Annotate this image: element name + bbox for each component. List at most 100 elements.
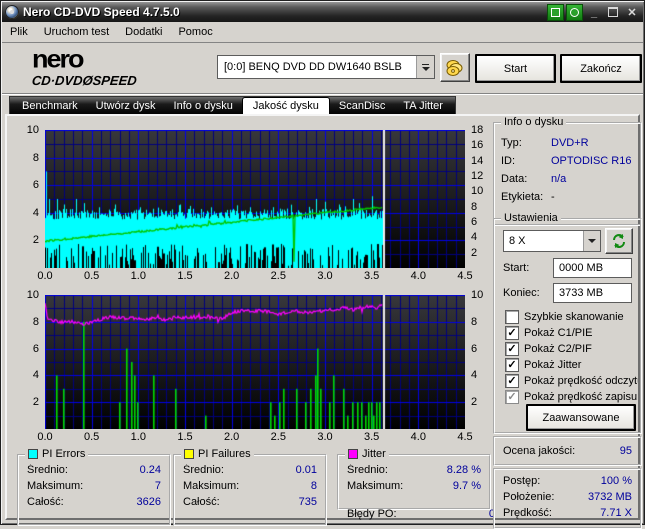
disc-type-value: DVD+R <box>551 137 589 149</box>
jitter-group-title: Jitter <box>362 448 386 460</box>
settings-group: Ustawienia 8 X Start: 0000 MB Koniec: 37… <box>493 212 642 434</box>
stat-value: 3626 <box>136 496 161 508</box>
tab-ta-jitter[interactable]: TA Jitter <box>394 98 452 115</box>
minimize-button[interactable]: _ <box>586 5 602 19</box>
pi-errors-stats-group: PI Errors Średnio: 0.24 Maksimum: 7 Całość… <box>17 448 171 526</box>
tab-info-o-dysku[interactable]: Info o dysku <box>165 98 242 115</box>
stat-label: Średnio: <box>347 464 388 476</box>
green-app-icon[interactable] <box>566 3 583 21</box>
menu-dodatki[interactable]: Dodatki <box>117 24 170 40</box>
progress-value: 100 % <box>600 475 632 487</box>
quality-score-panel: Ocena jakości: 95 <box>493 436 642 466</box>
checkbox-pokaz-predkosc-odczytu[interactable]: ✓ Pokaż prędkość odczytu <box>505 374 638 388</box>
axis-tick-label: 1.0 <box>130 270 146 282</box>
chart1-right-axis: 18 16 14 12 10 8 6 4 2 <box>469 125 491 268</box>
cdvdspeed-logo-word: CD·DVDØSPEED <box>31 73 137 88</box>
pi-errors-plot <box>45 130 465 268</box>
chart2-left-axis: 10 8 6 4 2 <box>15 290 43 429</box>
axis-tick-label: 6 <box>471 342 478 355</box>
stat-label: Maksimum: <box>183 480 240 492</box>
axis-tick-label: 0.5 <box>84 431 100 443</box>
position-value: 3732 MB <box>587 491 632 503</box>
axis-tick-label: 2 <box>471 246 478 259</box>
axis-tick-label: 14 <box>471 154 484 167</box>
menu-uruchom-test[interactable]: Uruchom test <box>36 24 117 40</box>
drive-select-arrow-icon[interactable] <box>416 56 434 78</box>
axis-tick-label: 2.5 <box>270 270 286 282</box>
start-mb-label: Start: <box>503 262 530 274</box>
disc-info-button[interactable] <box>440 53 470 82</box>
menu-plik[interactable]: Plik <box>2 24 36 40</box>
disc-id-label: ID: <box>501 155 516 167</box>
stat-label: Całość: <box>27 496 64 508</box>
checkbox-icon[interactable]: ✓ <box>505 310 519 324</box>
refresh-button[interactable] <box>605 228 633 254</box>
pi-errors-legend-swatch <box>28 449 38 459</box>
axis-tick-label: 8 <box>32 151 39 164</box>
tab-utworz-dysk[interactable]: Utwórz dysk <box>87 98 165 115</box>
speed-select[interactable]: 8 X <box>503 230 601 252</box>
disc-info-group: Info o dysku Typ: DVD+R ID: OPTODISC R16 D… <box>493 116 642 226</box>
axis-tick-label: 4 <box>32 206 39 219</box>
axis-tick-label: 6 <box>32 342 39 355</box>
end-mb-field[interactable]: 3733 MB <box>553 283 632 303</box>
checkbox-pokaz-c1-pie[interactable]: ✓ Pokaż C1/PIE <box>505 326 638 340</box>
toolbar: nero CD·DVDØSPEED [0:0] BENQ DVD DD DW16… <box>2 43 643 94</box>
jitter-stats-group: Jitter Średnio: 8.28 % Maksimum: 9.7 % <box>337 448 491 510</box>
checkbox-icon[interactable]: ✓ <box>505 374 519 388</box>
menu-pomoc[interactable]: Pomoc <box>170 24 220 40</box>
axis-tick-label: 1.5 <box>177 270 193 282</box>
tab-benchmark[interactable]: Benchmark <box>13 98 87 115</box>
stat-value: 9.7 % <box>452 480 481 492</box>
axis-tick-label: 2.5 <box>270 431 286 443</box>
disc-label-label: Etykieta: <box>501 191 544 203</box>
speed-select-value: 8 X <box>509 235 526 247</box>
disc-label-value: - <box>551 191 555 203</box>
stat-label: Średnio: <box>27 464 68 476</box>
axis-tick-label: 2.0 <box>224 431 240 443</box>
stat-label: Całość: <box>183 496 220 508</box>
axis-tick-label: 4.5 <box>457 270 473 282</box>
progress-panel: Postęp: 100 % Położenie: 3732 MB Prędkość:… <box>493 468 642 529</box>
app-cd-icon <box>5 5 19 19</box>
chart2-right-axis: 10 8 6 4 2 <box>469 290 491 429</box>
drive-select-value: [0:0] BENQ DVD DD DW1640 BSLB <box>224 61 402 73</box>
start-button[interactable]: Start <box>475 54 556 83</box>
checkbox-pokaz-predkosc-zapisu: ✓ Pokaż prędkość zapisu <box>505 390 638 404</box>
checkbox-pokaz-jitter[interactable]: ✓ Pokaż Jitter <box>505 358 638 372</box>
chart2-x-axis: 0.0 0.5 1.0 1.5 2.0 2.5 3.0 3.5 4.0 4.5 <box>37 431 472 444</box>
stat-value: 8 <box>310 480 317 492</box>
speed-value: 7.71 X <box>600 507 632 519</box>
jitter-legend-swatch <box>348 449 358 459</box>
axis-tick-label: 12 <box>471 170 484 182</box>
quality-score-value: 95 <box>619 445 632 457</box>
checkbox-pokaz-c2-pif[interactable]: ✓ Pokaż C2/PIF <box>505 342 638 356</box>
green-app-icon[interactable] <box>547 3 564 21</box>
pi-errors-group-title: PI Errors <box>42 448 86 460</box>
stat-label: Maksimum: <box>347 480 404 492</box>
quit-button[interactable]: Zakończ <box>560 54 642 83</box>
tab-scandisc[interactable]: ScanDisc <box>330 98 394 115</box>
window-title: Nero CD-DVD Speed 4.7.5.0 <box>23 5 180 19</box>
checkbox-icon[interactable]: ✓ <box>505 358 519 372</box>
advanced-button[interactable]: Zaawansowane <box>526 404 636 431</box>
axis-tick-label: 10 <box>471 185 484 198</box>
maximize-button[interactable] <box>605 5 621 19</box>
axis-tick-label: 3.5 <box>364 270 380 282</box>
title-bar: Nero CD-DVD Speed 4.7.5.0 _ ✕ <box>2 2 643 22</box>
checkbox-icon[interactable]: ✓ <box>505 342 519 356</box>
refresh-green-arrows-icon <box>613 234 625 248</box>
speed-label: Prędkość: <box>503 507 552 519</box>
checkbox-szybkie-skanowanie[interactable]: ✓ Szybkie skanowanie <box>505 310 638 324</box>
speed-select-arrow-icon[interactable] <box>583 231 600 251</box>
start-mb-field[interactable]: 0000 MB <box>553 258 632 278</box>
drive-select[interactable]: [0:0] BENQ DVD DD DW1640 BSLB <box>217 55 435 79</box>
checkbox-icon[interactable]: ✓ <box>505 326 519 340</box>
close-button[interactable]: ✕ <box>624 5 640 19</box>
yellow-discs-icon <box>446 59 463 76</box>
right-panel: Info o dysku Typ: DVD+R ID: OPTODISC R16 D… <box>493 116 642 529</box>
axis-tick-label: 4.0 <box>410 270 426 282</box>
axis-tick-label: 0.0 <box>37 270 53 282</box>
axis-tick-label: 4.5 <box>457 431 473 443</box>
axis-tick-label: 2 <box>32 396 39 409</box>
